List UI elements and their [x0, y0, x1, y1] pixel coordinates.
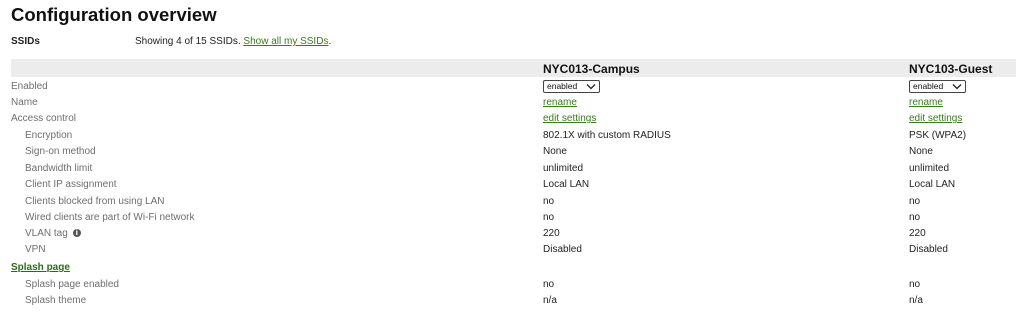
row-label-vlan-tag: VLAN tag i: [25, 228, 81, 239]
bandwidth-value-nyc013-campus: unlimited: [543, 163, 584, 174]
encryption-value-nyc103-guest: PSK (WPA2): [909, 130, 967, 141]
vpn-value-nyc103-guest: Disabled: [909, 244, 948, 255]
client-ip-value-nyc013-campus: Local LAN: [543, 179, 590, 190]
row-label-splash-theme: Splash theme: [25, 295, 87, 306]
rename-link-nyc103-guest[interactable]: rename: [909, 97, 943, 108]
row-label-client-ip-assignment: Client IP assignment: [25, 179, 117, 190]
row-label-enabled: Enabled: [11, 81, 48, 92]
vlan-tag-label-text: VLAN tag: [25, 228, 68, 239]
row-label-sign-on-method: Sign-on method: [25, 146, 96, 157]
wired-clients-value-nyc103-guest: no: [909, 212, 921, 223]
enabled-select-nyc013-campus[interactable]: enabled: [543, 80, 600, 93]
table-header-band: [11, 59, 1016, 77]
sign-on-value-nyc013-campus: None: [543, 146, 567, 157]
row-label-vpn: VPN: [25, 244, 46, 255]
encryption-value-nyc013-campus: 802.1X with custom RADIUS: [543, 130, 671, 141]
splash-theme-value-nyc013-campus: n/a: [543, 295, 557, 306]
vlan-value-nyc103-guest: 220: [909, 228, 926, 239]
edit-settings-link-nyc103-guest[interactable]: edit settings: [909, 113, 962, 124]
enabled-select-value: enabled: [913, 81, 944, 91]
splash-enabled-value-nyc013-campus: no: [543, 279, 555, 290]
ssid-count-line: Showing 4 of 15 SSIDs. Show all my SSIDs…: [135, 36, 332, 47]
vpn-value-nyc013-campus: Disabled: [543, 244, 582, 255]
client-ip-value-nyc103-guest: Local LAN: [909, 179, 956, 190]
enabled-select-nyc103-guest[interactable]: enabled: [909, 80, 966, 93]
ssids-label: SSIDs: [11, 36, 40, 47]
row-label-name: Name: [11, 97, 38, 108]
row-label-access-control: Access control: [11, 113, 77, 124]
ssid-count-text: Showing 4 of 15 SSIDs.: [135, 36, 241, 47]
clients-blocked-value-nyc103-guest: no: [909, 196, 921, 207]
splash-theme-value-nyc103-guest: n/a: [909, 295, 923, 306]
vlan-value-nyc013-campus: 220: [543, 228, 560, 239]
row-label-bandwidth-limit: Bandwidth limit: [25, 163, 93, 174]
enabled-select-value: enabled: [547, 81, 578, 91]
info-icon[interactable]: i: [72, 229, 81, 238]
splash-enabled-value-nyc103-guest: no: [909, 279, 921, 290]
edit-settings-link-nyc013-campus[interactable]: edit settings: [543, 113, 596, 124]
show-all-ssids-link[interactable]: Show all my SSIDs: [243, 36, 328, 47]
rename-link-nyc013-campus[interactable]: rename: [543, 97, 577, 108]
row-label-clients-blocked: Clients blocked from using LAN: [25, 196, 165, 207]
clients-blocked-value-nyc013-campus: no: [543, 196, 555, 207]
chevron-down-icon: [586, 84, 596, 90]
row-label-wired-clients: Wired clients are part of Wi-Fi network: [25, 212, 195, 223]
chevron-down-icon: [952, 84, 962, 90]
column-header-nyc013-campus: NYC013-Campus: [543, 62, 640, 76]
sign-on-value-nyc103-guest: None: [909, 146, 933, 157]
wired-clients-value-nyc013-campus: no: [543, 212, 555, 223]
page-title: Configuration overview: [11, 4, 217, 25]
bandwidth-value-nyc103-guest: unlimited: [909, 163, 950, 174]
column-header-nyc103-guest: NYC103-Guest: [909, 62, 993, 76]
row-label-splash-page-enabled: Splash page enabled: [25, 279, 119, 290]
splash-page-section-link[interactable]: Splash page: [11, 262, 70, 273]
row-label-encryption: Encryption: [25, 130, 73, 141]
